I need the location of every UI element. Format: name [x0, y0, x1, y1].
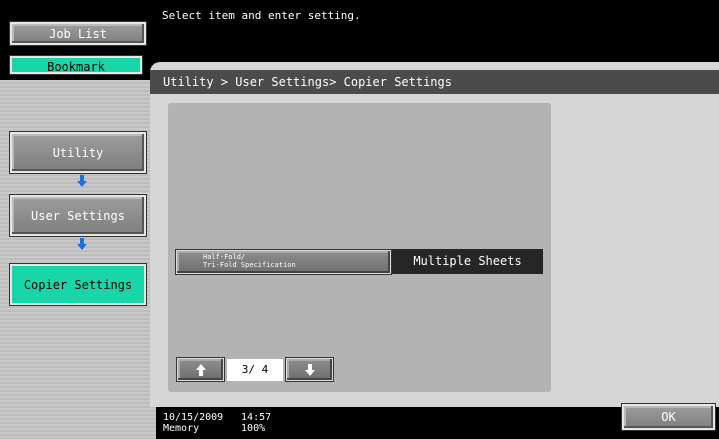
bookmark-button[interactable]: Bookmark	[9, 55, 143, 75]
settings-list-area	[168, 103, 551, 392]
setting-value: Multiple Sheets	[392, 249, 543, 274]
sidebar-item-utility[interactable]: Utility	[9, 131, 147, 174]
status-date: 10/15/2009	[163, 412, 224, 423]
status-memory-value: 100%	[241, 423, 266, 434]
page-indicator: 3/ 4	[227, 359, 283, 381]
status-bar: 10/15/2009 14:57 Memory 100%	[163, 412, 271, 434]
half-fold-tri-fold-spec-button[interactable]: Half-Fold/ Tri-Fold Specification	[175, 249, 392, 275]
breadcrumb: Utility > User Settings> Copier Settings	[150, 70, 719, 94]
arrow-up-icon	[195, 363, 206, 376]
breadcrumb-text: Utility > User Settings> Copier Settings	[163, 75, 452, 89]
ok-button[interactable]: OK	[621, 403, 716, 431]
status-memory-label: Memory	[163, 423, 200, 434]
setting-label-line2: Tri-Fold Specification	[203, 261, 296, 269]
page-up-button[interactable]	[176, 357, 225, 382]
instruction-message: Select item and enter setting.	[162, 9, 361, 22]
page-down-button[interactable]	[285, 357, 334, 382]
sidebar-item-user-settings[interactable]: User Settings	[9, 194, 147, 237]
status-time: 14:57	[241, 412, 272, 423]
arrow-down-icon	[304, 363, 315, 376]
setting-label-line1: Half-Fold/	[203, 253, 246, 261]
sidebar-item-copier-settings[interactable]: Copier Settings	[9, 263, 147, 306]
job-list-button[interactable]: Job List	[9, 21, 147, 46]
